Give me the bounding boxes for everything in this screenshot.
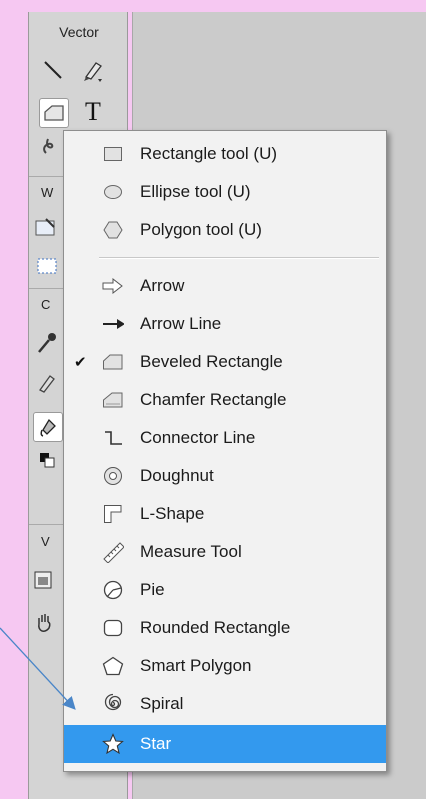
hand-icon	[38, 614, 51, 632]
slice-icon	[37, 258, 57, 274]
menu-item-label: Polygon tool (U)	[140, 220, 262, 239]
menu-item-label: Measure Tool	[140, 542, 242, 561]
eyedropper-tool[interactable]	[33, 328, 61, 356]
freeform-tool[interactable]	[37, 130, 65, 158]
paint-bucket-icon	[40, 418, 56, 437]
freeform-icon	[43, 138, 54, 154]
pen-tool[interactable]	[79, 56, 107, 84]
menu-item-label: Ellipse tool (U)	[140, 182, 251, 201]
pencil-icon	[39, 375, 55, 393]
menu-item-label: Pie	[140, 580, 165, 599]
standard-screen-mode[interactable]	[29, 566, 57, 594]
arrow-line-icon	[102, 313, 124, 335]
measure-tool-icon	[102, 541, 124, 563]
menu-item-label: Arrow Line	[140, 314, 222, 333]
star-icon	[102, 733, 124, 755]
menu-item-measure-tool[interactable]: Measure Tool	[64, 533, 386, 571]
menu-item-label: Beveled Rectangle	[140, 352, 283, 371]
hotspot-icon	[35, 218, 55, 236]
menu-item-label: Smart Polygon	[140, 656, 252, 675]
text-tool-glyph: T	[85, 97, 101, 126]
menu-item-rounded-rectangle[interactable]: Rounded Rectangle	[64, 609, 386, 647]
doughnut-icon	[102, 465, 124, 487]
menu-item-label: L-Shape	[140, 504, 205, 523]
menu-item-label: Chamfer Rectangle	[140, 390, 287, 409]
menu-item-doughnut[interactable]: Doughnut	[64, 457, 386, 495]
line-tool[interactable]	[39, 56, 67, 84]
slice-tool[interactable]	[33, 252, 61, 280]
menu-item-label: Doughnut	[140, 466, 214, 485]
stroke-fill-swatches[interactable]	[33, 446, 61, 474]
menu-item-ellipse-tool[interactable]: Ellipse tool (U)	[64, 173, 386, 211]
menu-item-arrow-line[interactable]: Arrow Line	[64, 305, 386, 343]
menu-item-l-shape[interactable]: L-Shape	[64, 495, 386, 533]
menu-item-rectangle-tool[interactable]: Rectangle tool (U)	[64, 135, 386, 173]
ellipse-icon	[102, 181, 124, 203]
arrow-icon	[102, 275, 124, 297]
hand-tool[interactable]	[31, 608, 59, 636]
screen-mode-icon	[34, 571, 52, 589]
shape-tools-menu: Rectangle tool (U) Ellipse tool (U) Poly…	[63, 130, 387, 772]
menu-item-label: Rectangle tool (U)	[140, 144, 278, 163]
beveled-rectangle-icon	[44, 105, 64, 121]
menu-item-chamfer-rectangle[interactable]: Chamfer Rectangle	[64, 381, 386, 419]
text-tool[interactable]: T	[79, 97, 107, 126]
menu-item-beveled-rectangle[interactable]: ✔ Beveled Rectangle	[64, 343, 386, 381]
color-swatch-icon	[40, 453, 55, 468]
menu-item-smart-polygon[interactable]: Smart Polygon	[64, 647, 386, 685]
pen-icon	[84, 62, 102, 82]
menu-item-label: Rounded Rectangle	[140, 618, 291, 637]
checkmark-icon: ✔	[74, 354, 87, 371]
rectangle-icon	[102, 143, 124, 165]
section-title-w: W	[41, 185, 54, 200]
paint-bucket-tool[interactable]	[33, 412, 63, 442]
pencil-tool[interactable]	[33, 368, 61, 396]
menu-item-star[interactable]: Star	[64, 725, 386, 763]
menu-item-connector-line[interactable]: Connector Line	[64, 419, 386, 457]
web-tool[interactable]	[33, 214, 61, 242]
pie-icon	[102, 579, 124, 601]
menu-item-spiral[interactable]: Spiral	[64, 685, 386, 723]
beveled-rectangle-icon	[102, 351, 124, 373]
menu-item-pie[interactable]: Pie	[64, 571, 386, 609]
line-icon	[44, 61, 62, 79]
spiral-icon	[102, 693, 124, 715]
menu-item-label: Arrow	[140, 276, 185, 295]
menu-item-arrow[interactable]: Arrow	[64, 267, 386, 305]
shape-tool[interactable]	[39, 98, 69, 128]
chamfer-rectangle-icon	[102, 389, 124, 411]
menu-item-polygon-tool[interactable]: Polygon tool (U)	[64, 211, 386, 249]
section-title-v: V	[41, 534, 50, 549]
rounded-rectangle-icon	[102, 617, 124, 639]
menu-item-label: Star	[140, 734, 172, 753]
connector-line-icon	[102, 427, 124, 449]
polygon-icon	[102, 219, 124, 241]
menu-separator	[99, 257, 379, 259]
menu-item-label: Connector Line	[140, 428, 256, 447]
vector-section-title: Vector	[59, 24, 99, 40]
menu-item-label: Spiral	[140, 694, 184, 713]
l-shape-icon	[102, 503, 124, 525]
smart-polygon-icon	[102, 655, 124, 677]
section-title-c: C	[41, 297, 51, 312]
eyedropper-icon	[38, 333, 56, 353]
